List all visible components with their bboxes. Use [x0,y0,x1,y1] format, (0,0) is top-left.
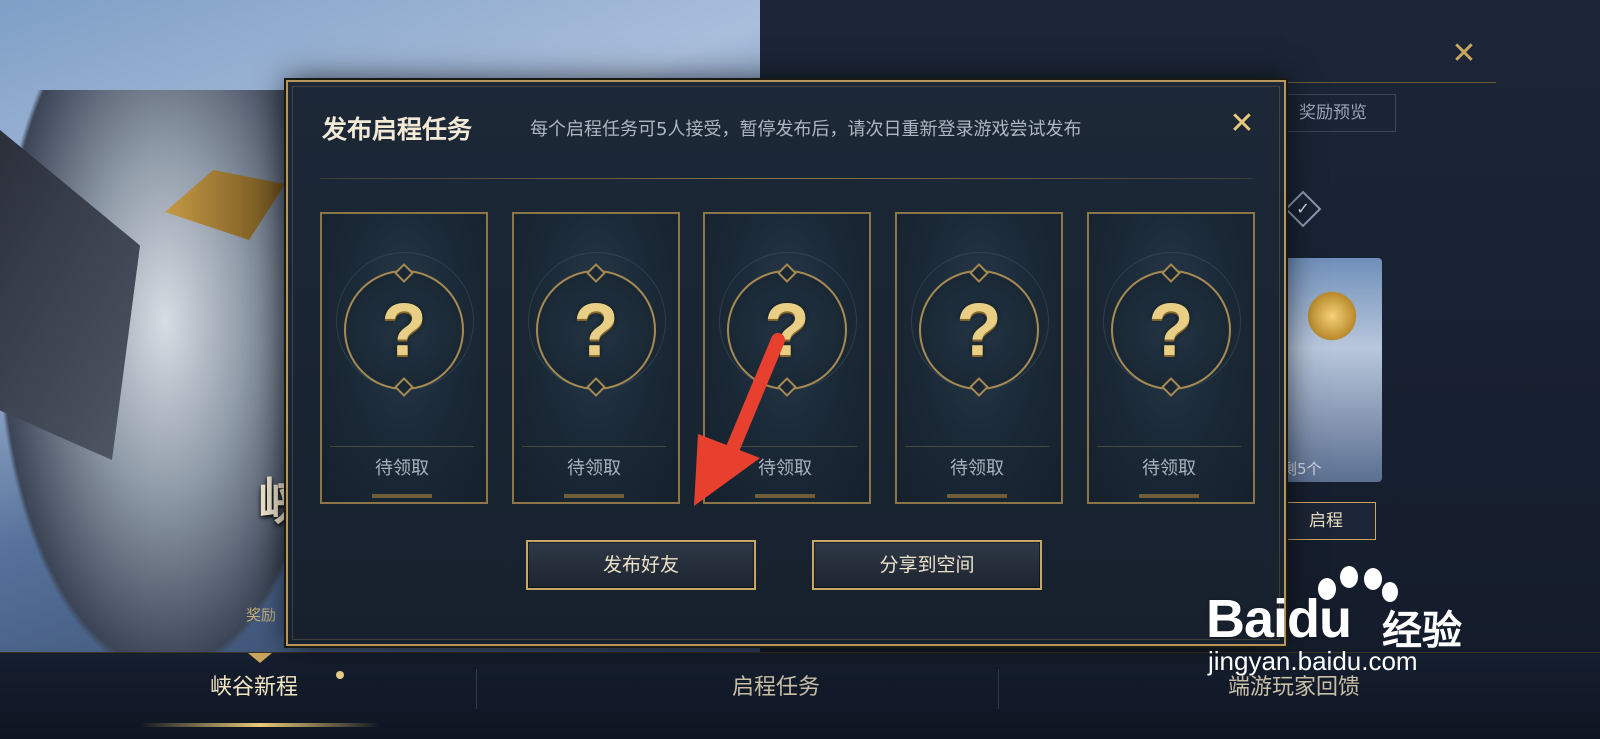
background-divider [1280,82,1496,83]
card-bottom-tab [372,494,432,498]
remaining-count: 剩5个 [1282,460,1322,478]
task-slot-card[interactable]: ? 待领取 [320,212,488,504]
task-slot-card[interactable]: ? 待领取 [512,212,680,504]
tab-separator [476,669,477,709]
watermark-logo: Baidu [1206,588,1352,650]
watermark-url: jingyan.baidu.com [1208,646,1418,676]
reward-preview-button[interactable]: 奖励预览 [1270,94,1396,132]
watermark-brand: Bai [1206,589,1288,649]
card-status: 待领取 [567,458,621,479]
card-divider [905,446,1049,447]
paw-icon [1364,568,1382,590]
card-bottom-tab [564,494,624,498]
reward-image [1284,258,1382,482]
card-divider [522,446,666,447]
card-status: 待领取 [375,458,429,479]
question-mark-icon: ? [381,288,427,371]
card-bottom-tab [1139,494,1199,498]
close-icon[interactable]: ✕ [1226,108,1258,140]
question-mark-icon: ? [573,288,619,371]
tab-canyon-new-journey[interactable]: 峡谷新程 [210,669,298,701]
question-mark-icon: ? [1148,288,1194,371]
tab-journey-tasks[interactable]: 启程任务 [732,669,820,701]
question-mark-icon: ? [956,288,1002,371]
watermark-brand-suffix: du [1287,589,1352,649]
card-divider [1097,446,1241,447]
dialog-subtitle: 每个启程任务可5人接受，暂停发布后，请次日重新登录游戏尝试发布 [530,119,1082,140]
background-close-icon[interactable]: ✕ [1448,38,1480,70]
card-status: 待领取 [1142,458,1196,479]
active-tab-glow [140,723,380,727]
paw-icon [1340,566,1358,588]
task-slot-card[interactable]: ? 待领取 [1087,212,1255,504]
checkmark-glyph: ✓ [1296,199,1310,218]
baidu-watermark: Baidu 经验 jingyan.baidu.com [1200,550,1500,690]
share-to-space-button[interactable]: 分享到空间 [812,540,1042,590]
task-slot-card[interactable]: ? 待领取 [895,212,1063,504]
card-divider [330,446,474,447]
notification-dot [336,671,344,679]
tab-separator [998,669,999,709]
publish-to-friends-button[interactable]: 发布好友 [526,540,756,590]
card-status: 待领取 [950,458,1004,479]
red-arrow-icon [694,333,785,506]
card-bottom-tab [947,494,1007,498]
start-button[interactable]: 启程 [1276,502,1376,540]
dialog-divider [320,178,1252,179]
background-reward-label: 奖励 [246,606,277,624]
active-tab-indicator-icon [248,653,272,663]
dialog-title: 发布启程任务 [322,115,473,144]
reward-emblem [1304,288,1360,344]
